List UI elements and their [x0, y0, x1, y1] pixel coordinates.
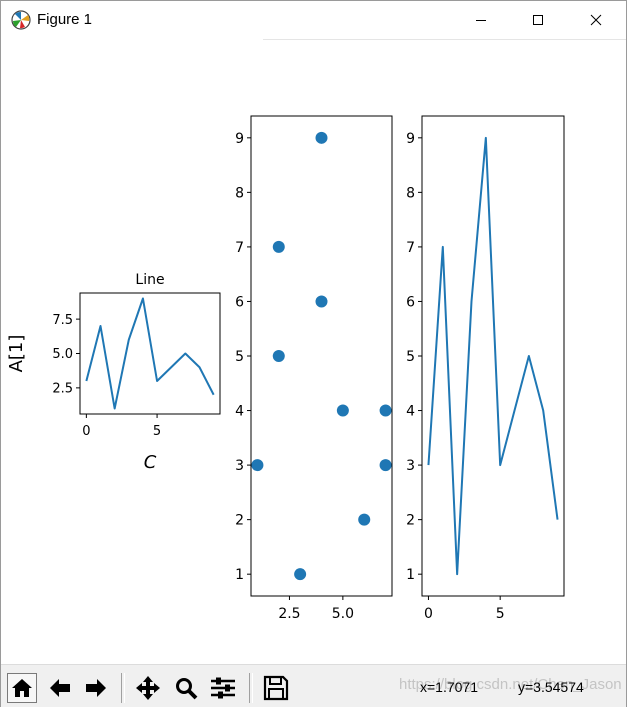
chart-1-ytick-label: 2: [235, 513, 244, 529]
chart-0-title: Line: [135, 272, 164, 288]
chart-1-ytick-label: 5: [235, 349, 244, 365]
chart-2-ytick-label: 2: [406, 513, 415, 529]
configure-subplots-icon: [211, 677, 235, 699]
toolbar-separator: [249, 673, 253, 703]
zoom-icon: [176, 678, 198, 700]
chart-1-point-5: [315, 295, 328, 308]
chart-0-xlabel: C: [144, 452, 157, 473]
toolbar-separator: [121, 673, 125, 703]
chart-0-ytick-label: 5.0: [52, 347, 73, 362]
minimize-button[interactable]: [458, 1, 504, 39]
chart-1-point-2: [272, 350, 285, 362]
configure-subplots-button[interactable]: [208, 673, 238, 703]
chart-2-ytick-label: 1: [406, 567, 415, 583]
axes-line-small: 0 5 2.5 5.0 7.5 Line C A[1]: [6, 272, 221, 473]
pan-icon: [136, 676, 160, 700]
chart-2-xtick-label: 0: [424, 606, 433, 622]
pan-button[interactable]: [133, 673, 163, 703]
chart-1-ytick-label: 7: [235, 240, 244, 256]
chart-0-xtick-label: 0: [82, 424, 90, 439]
chart-2-axes-frame: [421, 115, 565, 597]
maximize-button[interactable]: [515, 1, 561, 39]
minimize-icon: [476, 20, 486, 21]
chart-2-ytick-label: 5: [406, 349, 415, 365]
save-button[interactable]: [261, 673, 291, 703]
home-icon: [12, 679, 32, 697]
chart-2-ytick-label: 9: [406, 131, 415, 147]
x-coordinate-readout: x=1.7071: [420, 679, 478, 695]
figure-canvas[interactable]: 0 5 2.5 5.0 7.5 Line C A[1] 2.5 5.0 1 2 3 4 5 6 7 8 9 0 5 1…: [1, 40, 626, 664]
chart-1-point-1: [272, 240, 285, 253]
chart-1-point-3: [294, 568, 307, 581]
chart-1-point-0: [251, 459, 264, 472]
chart-2-ytick-label: 6: [406, 294, 415, 310]
chart-0-ytick-label: 7.5: [52, 313, 73, 328]
chart-2-ytick-label: 8: [406, 185, 415, 201]
figure-window: Figure 1 0 5 2.5 5.0 7.5 Line C A[1] 2.5 5.0 1 2 3 4…: [0, 0, 627, 707]
chart-0-ylabel: A[1]: [6, 335, 27, 373]
home-button[interactable]: [7, 673, 37, 703]
chart-1-ytick-label: 9: [235, 131, 244, 147]
chart-0-ytick-label: 2.5: [52, 382, 73, 397]
chart-0-axes-frame: [79, 292, 221, 415]
forward-icon: [86, 679, 106, 697]
axes-line-tall: 0 5 1 2 3 4 5 6 7 8 9: [406, 115, 565, 622]
chart-2-ytick-label: 4: [406, 404, 415, 420]
chart-2-ytick-label: 3: [406, 458, 415, 474]
y-coordinate-readout: y=3.54574: [518, 679, 584, 695]
chart-1-point-4: [315, 131, 328, 144]
window-title: Figure 1: [37, 11, 93, 28]
zoom-button[interactable]: [171, 673, 201, 703]
chart-1-xtick-label: 5.0: [332, 606, 354, 622]
chart-1-ytick-label: 8: [235, 185, 244, 201]
maximize-icon: [533, 15, 543, 25]
chart-0-series-line: [85, 297, 215, 410]
matplotlib-icon: [11, 10, 31, 30]
chart-1-ytick-label: 4: [235, 404, 244, 420]
title-bar: Figure 1: [1, 1, 626, 39]
close-button[interactable]: [573, 1, 619, 39]
chart-0-xtick-label: 5: [153, 424, 161, 439]
close-icon: [590, 14, 602, 26]
chart-1-xtick-label: 2.5: [278, 606, 300, 622]
chart-2-series-line: [427, 136, 559, 576]
chart-1-point-7: [358, 513, 371, 526]
chart-2-ytick-label: 7: [406, 240, 415, 256]
chart-2-xtick-label: 5: [496, 606, 505, 622]
forward-button[interactable]: [81, 673, 111, 703]
back-button[interactable]: [45, 673, 75, 703]
chart-1-axes-frame: [250, 115, 393, 597]
navigation-toolbar: https://blog.csdn.net/Chen_Jason x=1.707…: [1, 664, 626, 707]
chart-1-ytick-label: 6: [235, 294, 244, 310]
save-icon: [263, 675, 289, 701]
chart-1-point-8: [379, 404, 392, 417]
chart-1-point-6: [336, 404, 349, 417]
chart-1-ytick-label: 1: [235, 567, 244, 583]
back-icon: [50, 679, 70, 697]
chart-1-ytick-label: 3: [235, 458, 244, 474]
axes-scatter: 2.5 5.0 1 2 3 4 5 6 7 8 9: [235, 115, 393, 622]
chart-1-point-9: [379, 459, 392, 472]
